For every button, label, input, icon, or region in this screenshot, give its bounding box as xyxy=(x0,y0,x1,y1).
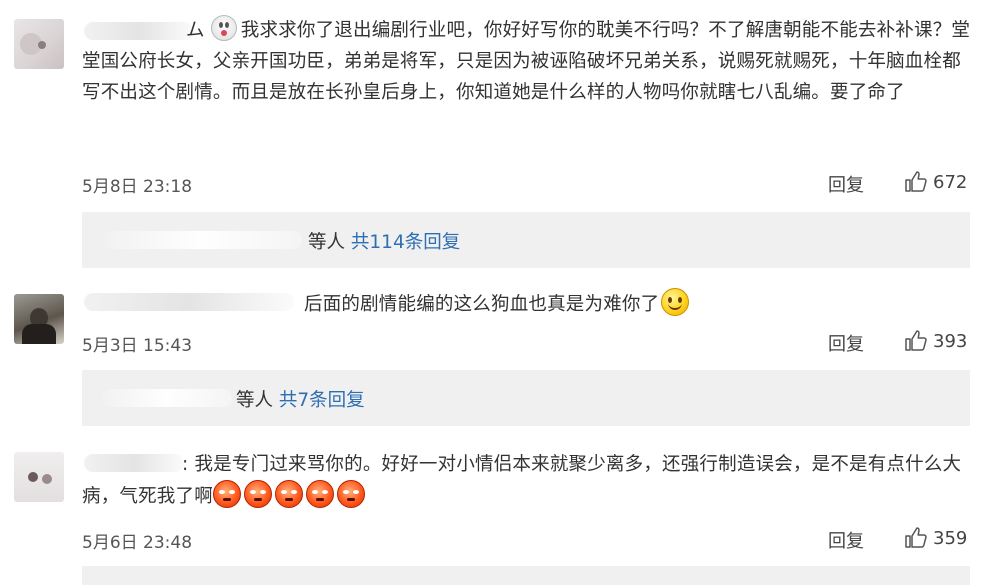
avatar[interactable] xyxy=(14,19,64,69)
comment-text: 后面的剧情能编的这么狗血也真是为难你了 xyxy=(304,288,904,320)
avatar[interactable] xyxy=(14,294,64,344)
reply-button[interactable]: 回复 xyxy=(828,171,864,197)
thumbs-up-icon xyxy=(905,330,927,351)
angry-emoji-icon xyxy=(274,480,303,508)
comment-body: 后面的剧情能编的这么狗血也真是为难你了 xyxy=(304,294,660,315)
avatar[interactable] xyxy=(14,452,64,502)
comment-prefix: : xyxy=(182,454,189,475)
comment-text: : 我是专门过来骂你的。好好一对小情侣本来就聚少离多，还强行制造误会，是不是有点… xyxy=(82,449,972,512)
like-count: 672 xyxy=(933,171,968,193)
reply-users-blurred xyxy=(102,231,302,249)
angry-emoji-icon xyxy=(212,480,241,508)
smile-emoji-icon xyxy=(661,288,690,316)
like-button[interactable]: 359 xyxy=(903,526,967,550)
thumbs-up-icon xyxy=(905,527,927,548)
like-count: 393 xyxy=(933,330,968,352)
comment-time: 5月6日 23:48 xyxy=(82,533,193,553)
reply-users-blurred xyxy=(102,389,232,407)
replies-panel xyxy=(82,566,970,585)
reply-button[interactable]: 回复 xyxy=(828,330,864,356)
weibo-emoji-icon xyxy=(210,15,237,41)
comment-text: ム 我求求你了退出编剧行业吧，你好好写你的耽美不行吗？不了解唐朝能不能去补补课？… xyxy=(82,15,972,108)
angry-emoji-icon xyxy=(336,480,365,508)
thumbs-up-icon xyxy=(905,171,927,192)
like-button[interactable]: 672 xyxy=(903,170,967,194)
view-replies-link[interactable]: 共114条回复 xyxy=(351,232,460,253)
angry-emoji-icon xyxy=(243,480,272,508)
reply-button[interactable]: 回复 xyxy=(828,527,864,553)
username-blurred[interactable] xyxy=(84,293,294,311)
replies-suffix: 等人 xyxy=(236,390,274,411)
comment-time: 5月8日 23:18 xyxy=(82,177,193,197)
angry-emoji-icon xyxy=(305,480,334,508)
like-count: 359 xyxy=(933,527,968,549)
comment-prefix: ム xyxy=(186,20,205,41)
like-button[interactable]: 393 xyxy=(903,329,967,353)
replies-panel: 等人 共7条回复 xyxy=(82,370,970,426)
comment-time: 5月3日 15:43 xyxy=(82,336,193,356)
replies-panel: 等人 共114条回复 xyxy=(82,212,970,268)
view-replies-link[interactable]: 共7条回复 xyxy=(279,390,365,411)
replies-suffix: 等人 xyxy=(308,232,346,253)
